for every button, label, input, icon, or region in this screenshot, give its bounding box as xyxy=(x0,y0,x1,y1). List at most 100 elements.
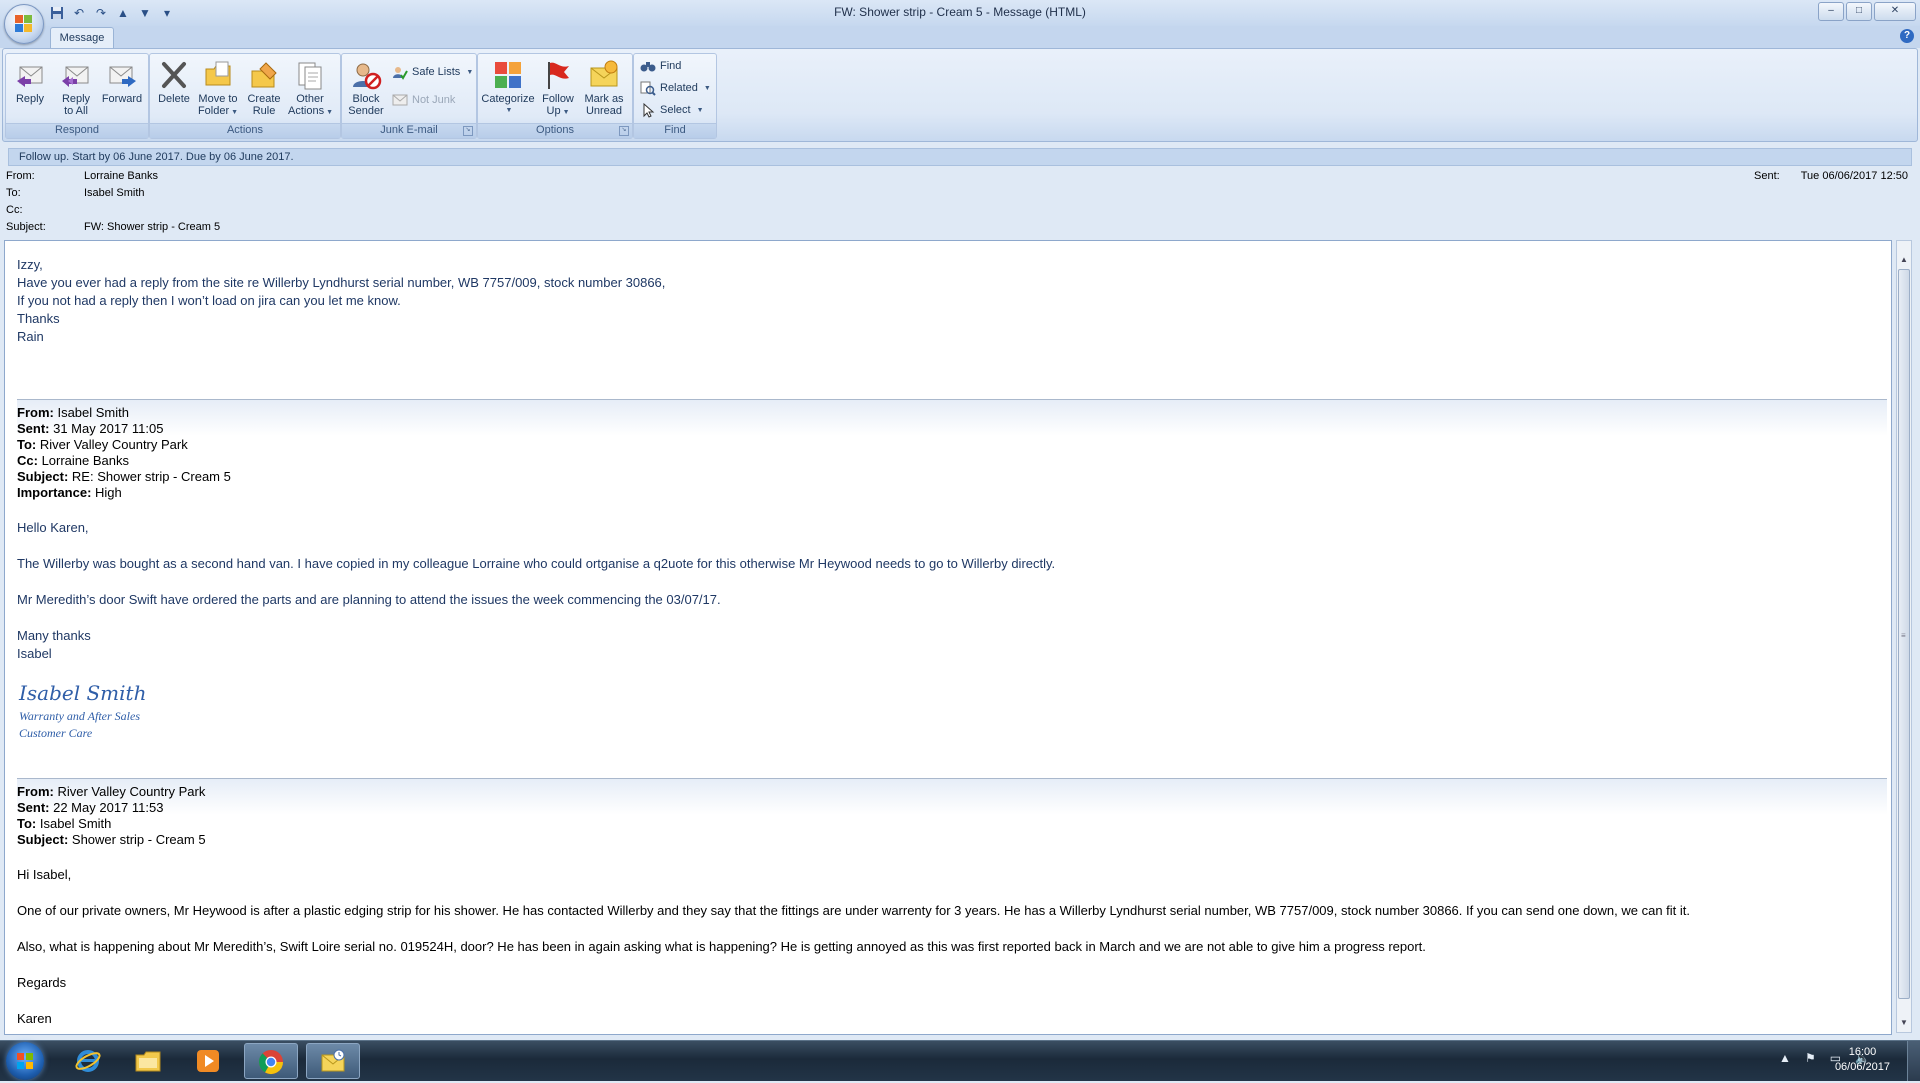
scroll-down-arrow-icon[interactable]: ▼ xyxy=(1898,1016,1910,1030)
clock-time: 16:00 xyxy=(1848,1046,1877,1058)
follow-up-label-1: Follow xyxy=(542,93,574,105)
dropdown-caret-icon: ▼ xyxy=(562,109,570,116)
subject-label: Subject: xyxy=(6,221,46,233)
other-actions-button[interactable]: Other Actions ▼ xyxy=(288,56,333,122)
quoted-to: To: Isabel Smith xyxy=(17,816,112,831)
quoted-cc: Cc: Lorraine Banks xyxy=(17,453,130,468)
office-logo-icon xyxy=(15,15,33,33)
mark-as-unread-button[interactable]: Mark as Unread xyxy=(580,56,628,122)
body-line: Hi Isabel, xyxy=(17,867,72,882)
related-label: Related xyxy=(660,82,698,94)
group-options: Categorize ▼ Follow Up ▼ Mark as Unread O… xyxy=(477,53,633,139)
body-line: Hello Karen, xyxy=(17,520,89,535)
close-button[interactable]: ✕ xyxy=(1874,2,1916,21)
taskbar-chrome[interactable] xyxy=(244,1043,298,1079)
scroll-thumb[interactable]: ≡ xyxy=(1898,269,1910,999)
mark-as-unread-label-2: Unread xyxy=(585,105,623,117)
reply-all-label-2: to All xyxy=(64,105,88,117)
to-value[interactable]: Isabel Smith xyxy=(84,187,145,199)
body-line: Also, what is happening about Mr Meredit… xyxy=(17,939,1426,954)
mark-as-unread-label-1: Mark as xyxy=(584,93,624,105)
help-icon[interactable]: ? xyxy=(1900,29,1914,43)
follow-up-label-2: Up xyxy=(546,105,561,117)
office-button[interactable] xyxy=(4,4,44,44)
vertical-scrollbar[interactable]: ▲ ≡ ▼ xyxy=(1896,240,1912,1033)
from-value[interactable]: Lorraine Banks xyxy=(84,170,158,182)
body-line: One of our private owners, Mr Heywood is… xyxy=(17,903,1691,918)
group-respond: Reply Reply to All Forward Respond xyxy=(5,53,149,139)
taskbar-file-explorer[interactable] xyxy=(122,1043,176,1079)
sent-label: Sent: xyxy=(1754,170,1780,182)
create-rule-label-2: Rule xyxy=(252,105,276,117)
follow-up-infobar[interactable]: Follow up. Start by 06 June 2017. Due by… xyxy=(8,148,1912,166)
delete-button[interactable]: Delete xyxy=(152,56,196,122)
taskbar-media-player[interactable] xyxy=(182,1043,236,1079)
reply-all-button[interactable]: Reply to All xyxy=(54,56,98,122)
minimize-button[interactable]: – xyxy=(1818,2,1844,21)
tab-message[interactable]: Message xyxy=(50,27,114,49)
move-to-folder-button[interactable]: Move to Folder ▼ xyxy=(196,56,240,122)
forward-button[interactable]: Forward xyxy=(100,56,144,122)
create-rule-icon xyxy=(251,62,277,88)
quoted-from: From: Isabel Smith xyxy=(17,405,129,420)
taskbar-outlook[interactable] xyxy=(306,1043,360,1079)
taskbar-clock[interactable]: 16:00 06/06/2017 xyxy=(1835,1045,1890,1075)
body-line: Regards xyxy=(17,975,67,990)
body-line: Mr Meredith’s door Swift have ordered th… xyxy=(17,592,721,607)
group-find: Find Related ▼ Select ▼ Find xyxy=(633,53,717,139)
header-sent-row: Sent: Tue 06/06/2017 12:50 xyxy=(1736,170,1908,182)
action-center-flag-icon[interactable]: ⚑ xyxy=(1805,1051,1816,1065)
follow-up-button[interactable]: Follow Up ▼ xyxy=(536,56,580,122)
signature-title: Warranty and After Sales xyxy=(19,709,141,723)
signature-name: Isabel Smith xyxy=(19,681,147,705)
to-label: To: xyxy=(6,187,21,199)
other-actions-icon xyxy=(298,62,322,90)
forward-icon xyxy=(109,66,136,87)
taskbar: ▲ ⚑ ▭ 🔈 16:00 06/06/2017 xyxy=(0,1040,1920,1081)
not-junk-button[interactable]: Not Junk xyxy=(392,90,455,110)
start-button[interactable] xyxy=(6,1042,44,1080)
quoted-separator xyxy=(17,778,1887,815)
safe-lists-button[interactable]: Safe Lists ▼ xyxy=(392,62,473,82)
categorize-button[interactable]: Categorize ▼ xyxy=(480,56,536,122)
dialog-launcher-icon[interactable]: ↘ xyxy=(619,126,629,136)
reply-label: Reply xyxy=(15,93,45,105)
quoted-to: To: River Valley Country Park xyxy=(17,437,188,452)
sent-value: Tue 06/06/2017 12:50 xyxy=(1800,170,1908,182)
dialog-launcher-icon[interactable]: ↘ xyxy=(463,126,473,136)
maximize-button[interactable]: □ xyxy=(1846,2,1872,21)
window-title: FW: Shower strip - Cream 5 - Message (HT… xyxy=(834,5,1086,19)
dropdown-caret-icon: ▼ xyxy=(505,107,513,114)
find-button[interactable]: Find xyxy=(640,56,681,76)
mark-unread-icon xyxy=(590,60,618,87)
quoted-importance: Importance: High xyxy=(17,485,122,500)
show-hidden-icons-icon[interactable]: ▲ xyxy=(1779,1051,1791,1065)
reply-all-icon xyxy=(62,66,89,87)
signature-department: Customer Care xyxy=(19,726,93,740)
quoted-separator xyxy=(17,399,1887,436)
taskbar-internet-explorer[interactable] xyxy=(62,1043,116,1079)
create-rule-button[interactable]: Create Rule xyxy=(242,56,286,122)
scroll-up-arrow-icon[interactable]: ▲ xyxy=(1898,253,1910,267)
windows-logo-icon xyxy=(17,1053,33,1069)
reply-button[interactable]: Reply xyxy=(8,56,52,122)
message-body[interactable]: Izzy, Have you ever had a reply from the… xyxy=(4,240,1892,1035)
follow-up-flag-icon xyxy=(548,62,569,89)
folder-icon xyxy=(205,61,231,86)
show-desktop-button[interactable] xyxy=(1907,1041,1920,1081)
body-line: Rain xyxy=(17,329,44,344)
dropdown-caret-icon: ▼ xyxy=(696,106,704,114)
quoted-subject: Subject: RE: Shower strip - Cream 5 xyxy=(17,469,231,484)
move-to-folder-label-1: Move to xyxy=(198,93,238,105)
dropdown-caret-icon: ▼ xyxy=(231,109,239,116)
body-line: Izzy, xyxy=(17,257,43,272)
categorize-label: Categorize xyxy=(481,93,535,105)
related-button[interactable]: Related ▼ xyxy=(640,78,711,98)
window-controls: – □ ✕ xyxy=(1818,2,1916,21)
ribbon-tab-strip: Message ? xyxy=(0,26,1920,49)
grip-icon: ≡ xyxy=(1901,631,1906,640)
select-button[interactable]: Select ▼ xyxy=(640,100,704,120)
delete-icon xyxy=(162,62,186,88)
block-sender-button[interactable]: Block Sender xyxy=(344,56,388,122)
body-line: Many thanks xyxy=(17,628,91,643)
